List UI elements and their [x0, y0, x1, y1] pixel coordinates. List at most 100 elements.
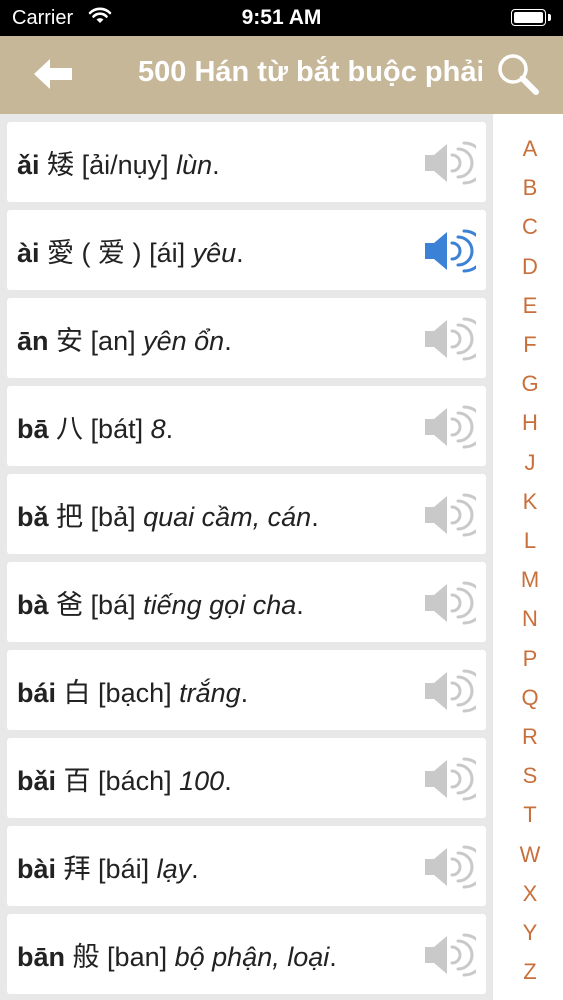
entry-pinyin: ān: [17, 326, 49, 356]
page-title: 500 Hán từ bắt buộc phải biết: [138, 56, 482, 88]
entry-pinyin: bǎi: [17, 766, 57, 796]
entry-text: ǎi 矮 [ải/nụy] lùn.: [17, 150, 220, 180]
entry-meaning: lạy: [156, 854, 192, 884]
index-letter-l[interactable]: L: [493, 528, 563, 554]
entry-hanzi: 八: [56, 414, 84, 444]
index-letter-t[interactable]: T: [493, 802, 563, 828]
index-letter-w[interactable]: W: [493, 842, 563, 868]
list-item[interactable]: bái 白 [bạch] trắng.: [7, 650, 486, 730]
word-list: ǎi 矮 [ải/nụy] lùn. ài 愛 ( 爱 ) [ái] yêu. ān…: [0, 114, 493, 1000]
list-item[interactable]: bān 般 [ban] bộ phận, loại.: [7, 914, 486, 994]
entry-hanviet: [bát]: [90, 414, 144, 444]
status-bar: Carrier 9:51 AM: [0, 0, 563, 36]
battery-icon: [511, 9, 551, 26]
entry-hanzi: 白: [63, 678, 91, 708]
entry-hanzi: 百: [63, 766, 91, 796]
entry-meaning: quai cầm, cán: [143, 502, 312, 532]
entry-meaning: lùn: [176, 150, 213, 180]
list-item[interactable]: ài 愛 ( 爱 ) [ái] yêu.: [7, 210, 486, 290]
entry-hanviet: [bách]: [98, 766, 172, 796]
entry-hanviet: [bả]: [90, 502, 136, 532]
entry-hanviet: [bái]: [98, 854, 150, 884]
entry-hanzi: 愛 ( 爱 ): [47, 238, 142, 268]
index-letter-x[interactable]: X: [493, 881, 563, 907]
speaker-icon[interactable]: [422, 404, 486, 450]
index-letter-s[interactable]: S: [493, 763, 563, 789]
index-letter-q[interactable]: Q: [493, 685, 563, 711]
entry-meaning: 8: [150, 414, 166, 444]
speaker-icon[interactable]: [422, 228, 486, 274]
entry-text: bā 八 [bát] 8.: [17, 414, 174, 444]
back-button[interactable]: [30, 54, 78, 94]
entry-hanviet: [ải/nụy]: [81, 150, 169, 180]
list-item[interactable]: bǎ 把 [bả] quai cầm, cán.: [7, 474, 486, 554]
index-letter-m[interactable]: M: [493, 567, 563, 593]
entry-text: bǎ 把 [bả] quai cầm, cán.: [17, 502, 319, 532]
index-letter-h[interactable]: H: [493, 410, 563, 436]
entry-hanviet: [ban]: [107, 942, 168, 972]
index-letter-z[interactable]: Z: [493, 959, 563, 985]
speaker-icon[interactable]: [422, 668, 486, 714]
index-letter-g[interactable]: G: [493, 371, 563, 397]
index-letter-e[interactable]: E: [493, 293, 563, 319]
entry-hanzi: 爸: [56, 590, 84, 620]
index-letter-d[interactable]: D: [493, 254, 563, 280]
navigation-bar: 500 Hán từ bắt buộc phải biết: [0, 36, 563, 114]
entry-pinyin: bài: [17, 854, 57, 884]
list-item[interactable]: bà 爸 [bá] tiếng gọi cha.: [7, 562, 486, 642]
entry-hanzi: 矮: [47, 150, 75, 180]
entry-hanviet: [bạch]: [98, 678, 172, 708]
entry-pinyin: ài: [17, 238, 40, 268]
entry-meaning: trắng: [179, 678, 241, 708]
speaker-icon[interactable]: [422, 932, 486, 978]
entry-hanzi: 般: [72, 942, 100, 972]
back-arrow-icon: [34, 59, 72, 89]
entry-meaning: 100: [179, 766, 225, 796]
status-time: 9:51 AM: [241, 6, 322, 29]
entry-hanviet: [bá]: [90, 590, 136, 620]
list-item[interactable]: bài 拜 [bái] lạy.: [7, 826, 486, 906]
speaker-icon[interactable]: [422, 580, 486, 626]
index-letter-y[interactable]: Y: [493, 920, 563, 946]
index-letter-r[interactable]: R: [493, 724, 563, 750]
entry-meaning: tiếng gọi cha: [143, 590, 297, 620]
search-button[interactable]: [495, 51, 541, 97]
speaker-icon[interactable]: [422, 140, 486, 186]
index-letter-p[interactable]: P: [493, 646, 563, 672]
entry-pinyin: bà: [17, 590, 49, 620]
list-item[interactable]: ān 安 [an] yên ổn.: [7, 298, 486, 378]
entry-pinyin: bān: [17, 942, 66, 972]
index-letter-c[interactable]: C: [493, 214, 563, 240]
entry-hanzi: 把: [56, 502, 84, 532]
entry-meaning: bộ phận, loại: [174, 942, 330, 972]
entry-meaning: yêu: [192, 238, 237, 268]
list-item[interactable]: bā 八 [bát] 8.: [7, 386, 486, 466]
entry-pinyin: bā: [17, 414, 49, 444]
entry-meaning: yên ổn: [143, 326, 225, 356]
search-icon: [498, 54, 539, 95]
entry-hanzi: 安: [56, 326, 84, 356]
entry-text: ān 安 [an] yên ổn.: [17, 326, 232, 356]
index-letter-a[interactable]: A: [493, 136, 563, 162]
index-letter-f[interactable]: F: [493, 332, 563, 358]
index-letter-j[interactable]: J: [493, 450, 563, 476]
speaker-icon[interactable]: [422, 316, 486, 362]
entry-hanviet: [ái]: [149, 238, 186, 268]
list-item[interactable]: bǎi 百 [bách] 100.: [7, 738, 486, 818]
entry-hanzi: 拜: [63, 854, 91, 884]
entry-text: bān 般 [ban] bộ phận, loại.: [17, 942, 337, 972]
entry-pinyin: bǎ: [17, 502, 49, 532]
index-letter-b[interactable]: B: [493, 175, 563, 201]
index-letter-k[interactable]: K: [493, 489, 563, 515]
entry-text: bái 白 [bạch] trắng.: [17, 678, 249, 708]
entry-text: bà 爸 [bá] tiếng gọi cha.: [17, 590, 304, 620]
speaker-icon[interactable]: [422, 844, 486, 890]
speaker-icon[interactable]: [422, 756, 486, 802]
list-item[interactable]: ǎi 矮 [ải/nụy] lùn.: [7, 122, 486, 202]
index-letter-n[interactable]: N: [493, 606, 563, 632]
entry-text: bǎi 百 [bách] 100.: [17, 766, 232, 796]
entry-hanviet: [an]: [90, 326, 136, 356]
entry-text: ài 愛 ( 爱 ) [ái] yêu.: [17, 238, 244, 268]
entry-text: bài 拜 [bái] lạy.: [17, 854, 199, 884]
speaker-icon[interactable]: [422, 492, 486, 538]
